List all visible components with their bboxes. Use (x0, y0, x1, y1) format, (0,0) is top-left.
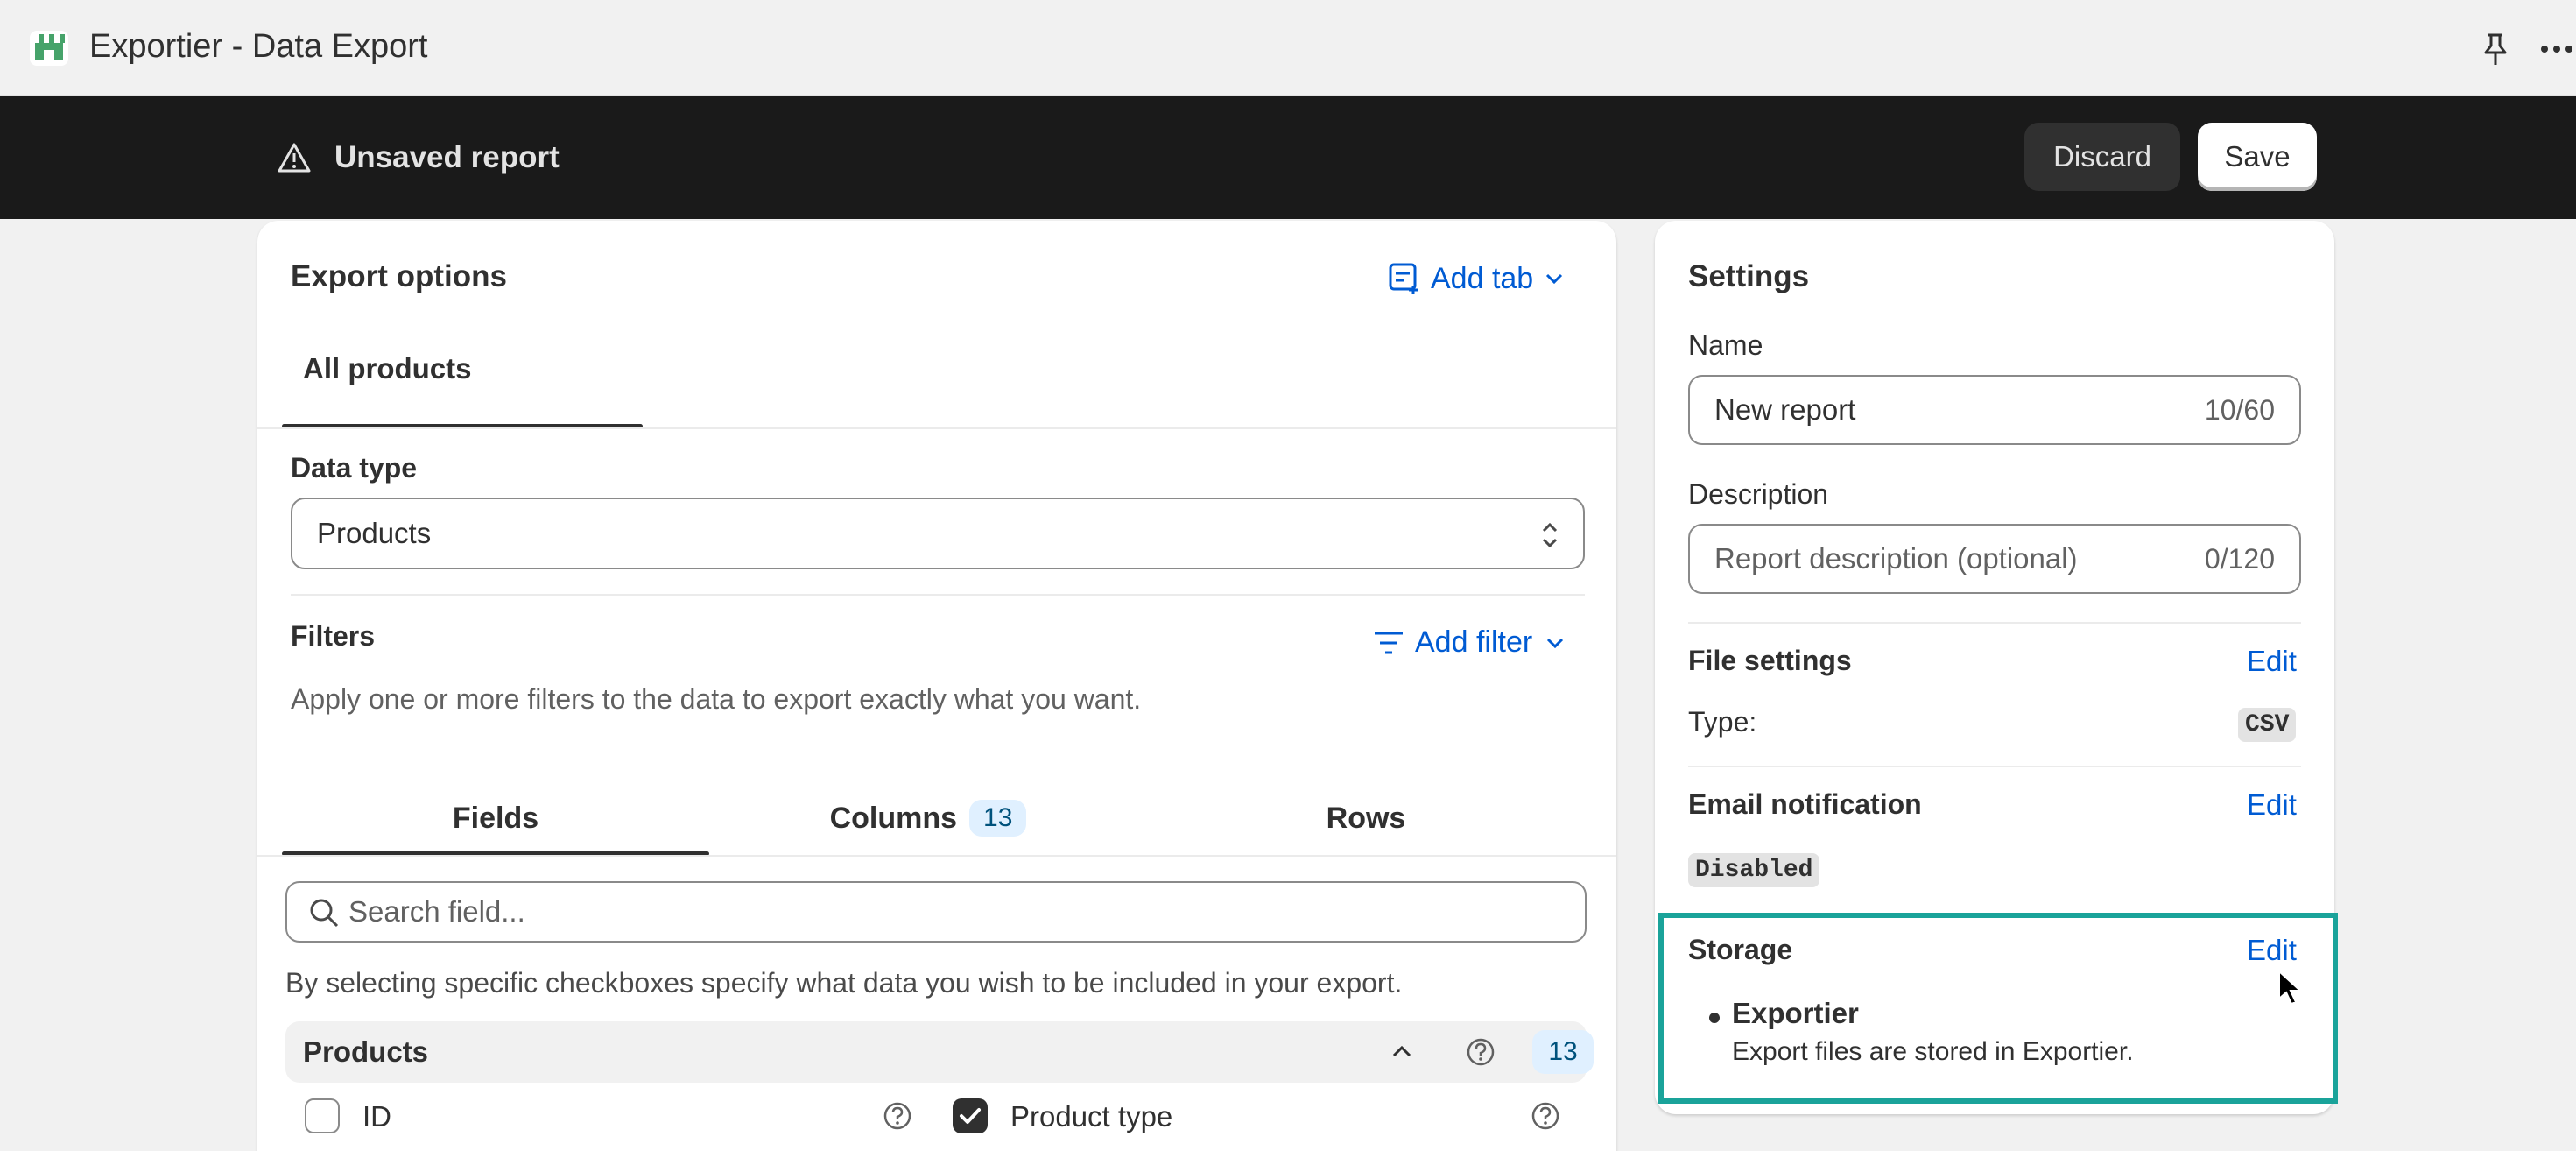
tab-columns[interactable]: Columns 13 (709, 774, 1147, 862)
search-placeholder: Search field... (348, 895, 525, 928)
export-options-card: Export options Add tab All products Data… (257, 221, 1616, 1151)
select-arrows-icon (1542, 522, 1558, 548)
pin-icon[interactable] (2480, 32, 2511, 67)
divider (257, 855, 1616, 857)
field-label-product-type: Product type (1010, 1100, 1173, 1133)
file-settings-edit-link[interactable]: Edit (2247, 645, 2297, 678)
app-title: Exportier - Data Export (89, 28, 428, 65)
description-input[interactable]: Report description (optional) 0/120 (1688, 524, 2301, 594)
tab-rows[interactable]: Rows (1147, 774, 1585, 862)
field-label-id: ID (362, 1100, 391, 1133)
help-icon[interactable] (1531, 1101, 1560, 1131)
chevron-down-icon (1546, 273, 1563, 285)
save-button[interactable]: Save (2198, 123, 2317, 191)
file-type-label: Type: (1688, 706, 1757, 738)
settings-title: Settings (1688, 259, 1810, 293)
field-checkbox-product-type[interactable] (953, 1098, 988, 1133)
search-field-input[interactable]: Search field... (285, 881, 1587, 943)
help-icon[interactable] (883, 1101, 912, 1131)
help-icon[interactable] (1466, 1037, 1496, 1067)
columns-count-badge: 13 (969, 800, 1027, 837)
data-type-label: Data type (291, 452, 418, 484)
warning-icon (278, 143, 311, 173)
tab-columns-label: Columns (829, 801, 958, 835)
checkmark-icon (960, 1108, 981, 1124)
save-bar: Unsaved report Discard Save (0, 96, 2576, 219)
chevron-down-icon (1547, 638, 1564, 648)
add-tab-icon (1389, 263, 1418, 294)
divider (257, 427, 1616, 429)
description-label: Description (1688, 478, 1829, 510)
more-icon[interactable] (2539, 44, 2574, 54)
description-counter: 0/120 (2204, 543, 2275, 575)
file-type-value: CSV (2238, 708, 2297, 742)
add-tab-label: Add tab (1431, 261, 1534, 295)
name-value: New report (1714, 393, 1856, 426)
filters-help-text: Apply one or more filters to the data to… (291, 683, 1142, 715)
field-checkbox-id[interactable] (305, 1098, 340, 1133)
name-input[interactable]: New report 10/60 (1688, 375, 2301, 445)
search-icon (310, 899, 339, 928)
add-filter-button[interactable]: Add filter (1373, 625, 1567, 660)
data-type-value: Products (317, 517, 432, 549)
divider (1688, 766, 2301, 767)
add-tab-button[interactable]: Add tab (1387, 261, 1566, 296)
chevron-up-icon[interactable] (1389, 1039, 1415, 1065)
export-options-title: Export options (291, 259, 507, 293)
tab-all-products[interactable]: All products (282, 343, 641, 420)
filters-label: Filters (291, 620, 376, 652)
name-counter: 10/60 (2204, 394, 2275, 426)
products-group-header[interactable]: Products 13 (285, 1021, 1594, 1083)
app-bar: Exportier - Data Export (0, 0, 2576, 96)
name-label: Name (1688, 329, 1763, 361)
tab-fields[interactable]: Fields (282, 774, 709, 862)
email-notification-status: Disabled (1688, 853, 1820, 887)
divider (291, 594, 1585, 596)
cursor-icon (2278, 969, 2303, 1006)
file-settings-title: File settings (1688, 645, 1852, 676)
discard-button[interactable]: Discard (2024, 123, 2180, 191)
email-notification-title: Email notification (1688, 788, 1922, 820)
divider (1688, 622, 2301, 624)
add-filter-label: Add filter (1415, 625, 1533, 659)
products-group-label: Products (303, 1035, 429, 1068)
filter-icon (1375, 632, 1403, 653)
products-count-badge: 13 (1532, 1030, 1594, 1074)
data-type-select[interactable]: Products (291, 498, 1585, 569)
save-bar-title: Unsaved report (334, 140, 560, 174)
fields-help-text: By selecting specific checkboxes specify… (285, 967, 1403, 999)
storage-highlight (1658, 913, 2338, 1104)
email-notification-edit-link[interactable]: Edit (2247, 788, 2297, 822)
description-placeholder: Report description (optional) (1714, 542, 2078, 575)
store-icon (30, 31, 68, 66)
